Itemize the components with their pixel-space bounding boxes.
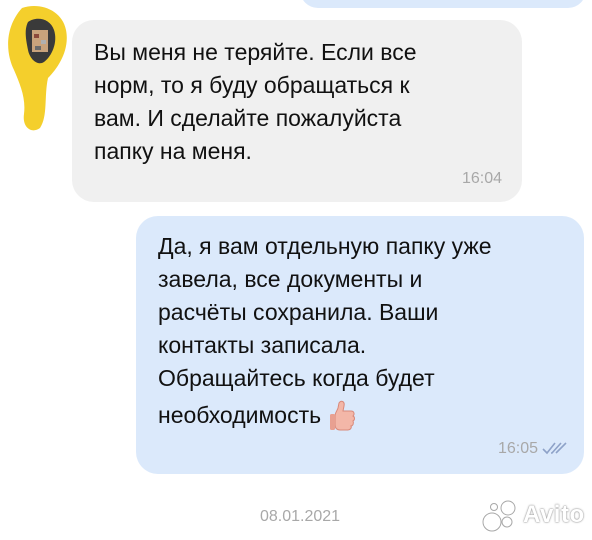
message-text: Да, я вам отдельную папку уже завела, вс…	[158, 233, 492, 391]
message-time: 16:05	[497, 440, 538, 457]
chat-view: Вы меня не теряйте. Если все норм, то я …	[0, 0, 592, 540]
message-last-line: необходимость	[158, 399, 357, 431]
message-last-line-text: необходимость	[158, 401, 322, 428]
double-check-icon	[542, 442, 567, 455]
watermark-text: Avito	[523, 501, 585, 528]
avito-logo-icon	[482, 500, 516, 532]
previous-message-bubble-edge[interactable]	[300, 0, 586, 8]
avito-watermark: Avito	[482, 498, 585, 532]
message-text: Вы меня не теряйте. Если все норм, то я …	[94, 39, 417, 164]
message-time: 16:04	[461, 170, 502, 187]
outgoing-message-bubble[interactable]: Да, я вам отдельную папку уже завела, вс…	[136, 216, 584, 474]
incoming-message-bubble[interactable]: Вы меня не теряйте. Если все норм, то я …	[72, 20, 522, 202]
thumbs-up-icon	[330, 400, 356, 431]
avatar[interactable]	[4, 4, 70, 132]
